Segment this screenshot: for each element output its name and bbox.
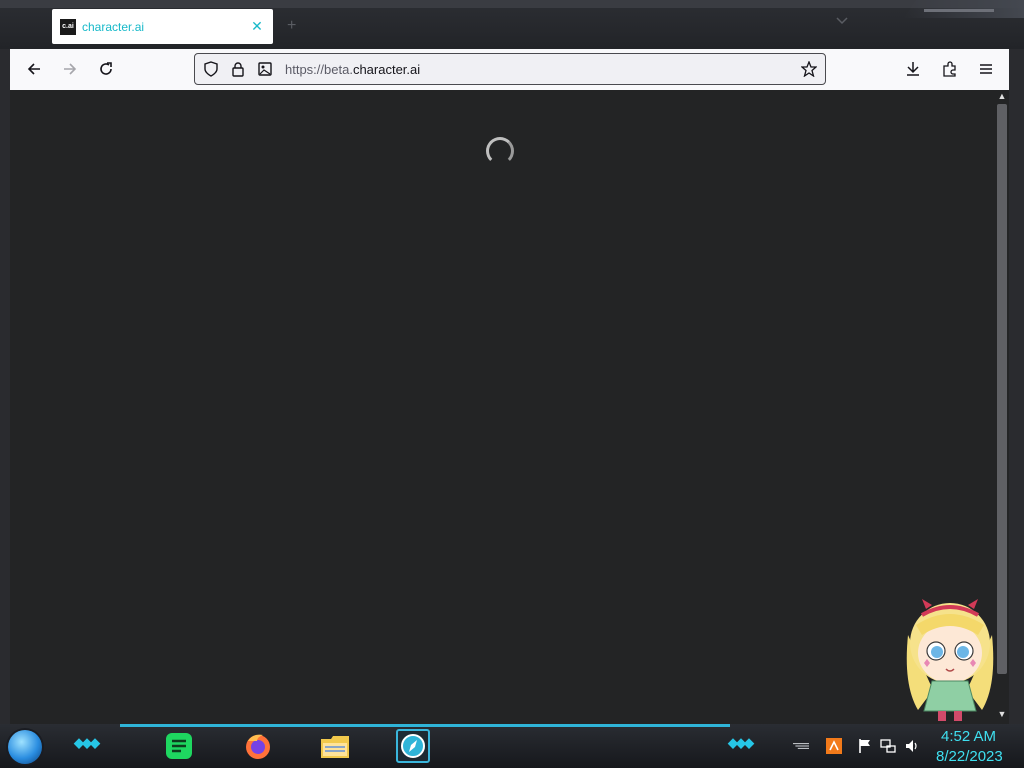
folder-icon [321, 736, 349, 758]
compass-browser-icon [401, 734, 425, 758]
clock-time[interactable]: 4:52 AM [941, 728, 996, 745]
lock-icon[interactable] [228, 59, 248, 79]
start-button[interactable] [8, 730, 42, 764]
url-domain: character.ai [352, 62, 421, 77]
clock-date[interactable]: 8/22/2023 [936, 748, 1003, 765]
window-right-edge [1009, 49, 1024, 729]
network-icon [880, 739, 896, 753]
tray-stack-icon [793, 743, 809, 749]
volume-tray[interactable] [904, 738, 920, 754]
frame-stripe [924, 9, 994, 12]
tray-app-orange[interactable] [826, 738, 842, 754]
star-icon[interactable] [799, 59, 819, 79]
hamburger-menu-icon [980, 64, 992, 74]
url-prefix: https://beta. [285, 62, 353, 77]
forward-button[interactable] [57, 57, 83, 81]
action-center-flag[interactable] [857, 738, 873, 754]
list-tabs-button[interactable] [836, 16, 848, 28]
scroll-up-button[interactable]: ▲ [995, 90, 1009, 102]
frame-decoration [0, 0, 1024, 8]
flag-icon [859, 739, 870, 753]
tab-title: character.ai [82, 19, 145, 34]
tab-character-ai[interactable]: c.ai character.ai ✕ [52, 9, 273, 44]
arrow-left-icon [27, 63, 40, 75]
close-tab-button[interactable]: ✕ [247, 18, 267, 35]
chevron-down-icon [836, 17, 848, 25]
notes-app-icon [166, 733, 192, 759]
firefox-icon [246, 734, 270, 759]
image-permission-icon[interactable] [255, 59, 275, 79]
taskbar-active-browser[interactable] [396, 729, 430, 763]
puzzle-icon [943, 61, 956, 77]
url-text[interactable]: https://beta.character.ai [285, 62, 420, 77]
page-content [10, 90, 995, 724]
taskbar-file-explorer[interactable] [318, 729, 352, 763]
scroll-thumb[interactable] [997, 104, 1007, 674]
taskbar-firefox[interactable] [241, 729, 275, 763]
app-menu-button[interactable] [973, 57, 999, 81]
browser-titlebar: c.ai character.ai ✕ + [0, 0, 1024, 49]
navigation-toolbar: https://beta.character.ai [10, 49, 1009, 91]
extensions-button[interactable] [937, 57, 963, 81]
window-left-edge [0, 49, 10, 729]
reload-button[interactable] [93, 57, 119, 81]
taskbar-glow [120, 724, 730, 727]
orange-app-tray-icon [826, 738, 842, 754]
reload-icon [100, 62, 112, 75]
download-icon [907, 62, 919, 76]
show-hidden-icons-button[interactable] [793, 738, 809, 754]
speaker-icon [906, 740, 917, 752]
shield-icon[interactable] [201, 59, 221, 79]
address-bar[interactable]: https://beta.character.ai [194, 53, 826, 85]
new-tab-button[interactable]: + [287, 17, 296, 35]
loading-spinner-icon [486, 137, 514, 165]
desktop-mascot-image [906, 599, 994, 721]
character-ai-favicon-icon: c.ai [60, 18, 76, 35]
downloads-button[interactable] [900, 57, 926, 81]
arrow-right-icon [64, 63, 77, 75]
taskbar: ◆◆◆ ◆◆◆ [0, 724, 1024, 768]
taskbar-decoration-left: ◆◆◆ [74, 735, 100, 750]
taskbar-decoration-right: ◆◆◆ [728, 735, 754, 750]
network-tray[interactable] [880, 738, 896, 754]
taskbar-notes-app[interactable] [162, 729, 196, 763]
back-button[interactable] [21, 57, 47, 81]
